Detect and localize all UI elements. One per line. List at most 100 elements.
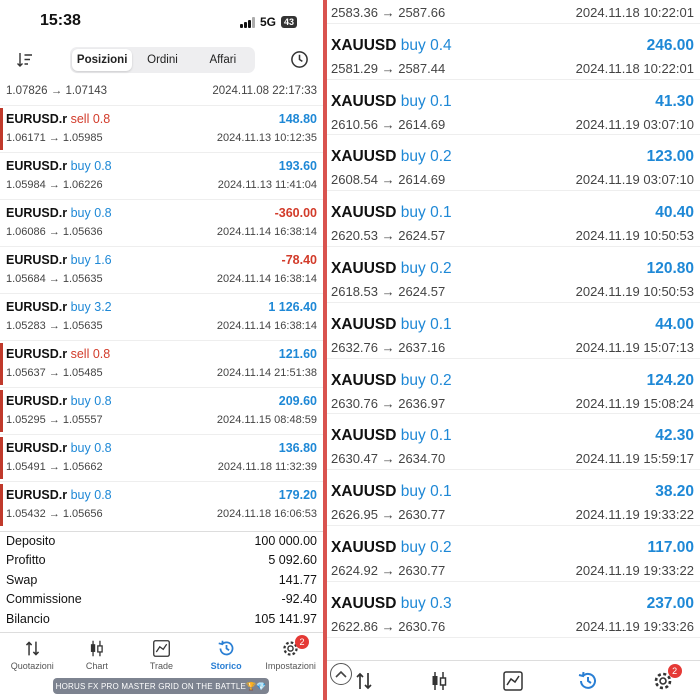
trade-side: buy — [400, 483, 426, 501]
trade-volume: 0.8 — [94, 441, 112, 455]
nav-storico[interactable]: Storico — [194, 633, 259, 680]
trade-profit: 121.60 — [278, 347, 317, 361]
trade-profit: 41.30 — [655, 92, 694, 110]
trade-row[interactable]: EURUSD.r sell 0.8 121.60 1.05637 → 1.05485… — [0, 340, 323, 387]
trade-row[interactable]: XAUUSD buy 0.2 124.20 2630.76 → 2636.97 202… — [327, 359, 700, 415]
trade-symbol: XAUUSD buy 0.3 — [331, 595, 452, 613]
trade-prices: 2583.36 → 2587.66 — [331, 5, 446, 20]
trade-prices: 2610.56 → 2614.69 — [331, 116, 446, 132]
trade-row[interactable]: XAUUSD buy 0.1 42.30 2630.47 → 2634.70 2024… — [327, 414, 700, 471]
trade-row[interactable]: XAUUSD buy 0.1 44.00 2632.76 → 2637.16 2024… — [327, 303, 700, 359]
trade-profit: 117.00 — [647, 538, 694, 556]
symbol-name: XAUUSD — [331, 148, 397, 166]
summary-value: -92.40 — [281, 592, 317, 607]
nav-chart[interactable] — [424, 666, 454, 696]
tab-posizioni[interactable]: Posizioni — [72, 49, 133, 71]
trade-row[interactable]: EURUSD.r sell 0.8 148.80 1.06171 → 1.05985… — [0, 105, 323, 152]
nav-quotes[interactable] — [349, 666, 379, 696]
trade-row[interactable]: XAUUSD buy 0.1 38.20 2626.95 → 2630.77 2024… — [327, 470, 700, 526]
trade-row[interactable]: XAUUSD buy 0.1 40.40 2620.53 → 2624.57 2024… — [327, 191, 700, 247]
tab-ordini[interactable]: Ordini — [132, 49, 192, 71]
trade-time: 2024.11.13 11:41:04 — [217, 179, 317, 191]
trade-time: 2024.11.19 03:07:10 — [575, 172, 694, 188]
symbol-name: EURUSD.r — [6, 253, 68, 267]
trade-symbol: EURUSD.r buy 0.8 — [6, 206, 112, 220]
trade-volume: 0.8 — [92, 347, 111, 361]
trade-prices: 1.05283 → 1.05635 — [6, 320, 103, 332]
summary-value: 105 141.97 — [254, 611, 317, 626]
trade-row[interactable]: EURUSD.r buy 3.2 1 126.40 1.05283 → 1.0563… — [0, 293, 323, 340]
symbol-name: XAUUSD — [331, 427, 397, 445]
trade-symbol: EURUSD.r sell 0.8 — [6, 347, 110, 361]
trade-symbol: XAUUSD buy 0.1 — [331, 483, 452, 501]
trade-row[interactable]: XAUUSD buy 0.1 41.30 2610.56 → 2614.69 2024… — [327, 80, 700, 136]
account-summary: Deposito 100 000.00 Profitto 5 092.60 Swap 14… — [0, 531, 323, 629]
trade-row[interactable]: XAUUSD buy 0.4 246.00 2581.29 → 2587.44 202… — [327, 24, 700, 80]
summary-value: 100 000.00 — [254, 534, 317, 548]
network-label: 5G — [259, 15, 276, 29]
trade-volume: 0.1 — [430, 315, 452, 333]
trade-symbol: EURUSD.r buy 0.8 — [6, 488, 112, 502]
trade-volume: 0.8 — [94, 159, 112, 173]
symbol-name: EURUSD.r — [6, 112, 68, 126]
tab-affari[interactable]: Affari — [193, 49, 253, 71]
summary-row-bilancio: Bilancio 105 141.97 — [0, 610, 323, 629]
trade-prices: 2632.76 → 2637.16 — [331, 339, 446, 355]
trade-symbol: XAUUSD buy 0.2 — [331, 372, 452, 390]
trade-row[interactable]: EURUSD.r buy 0.8 193.60 1.05984 → 1.06226 2… — [0, 152, 323, 199]
status-bar: 15:38 5G 43 — [0, 0, 323, 44]
history-toolbar: Posizioni Ordini Affari — [0, 46, 323, 76]
trade-prices: 1.05637 → 1.05485 — [6, 367, 103, 379]
trade-side: buy — [70, 441, 91, 455]
trade-chart-icon — [503, 670, 524, 691]
trade-volume: 0.1 — [430, 204, 452, 222]
nav-label: Trade — [149, 661, 174, 671]
trade-row[interactable]: EURUSD.r buy 1.6 -78.40 1.05684 → 1.05635 2… — [0, 246, 323, 293]
trade-prices: 1.05684 → 1.05635 — [6, 273, 103, 285]
nav-quotazioni[interactable]: Quotazioni — [0, 633, 65, 680]
trade-row[interactable]: XAUUSD buy 0.2 123.00 2608.54 → 2614.69 202… — [327, 135, 700, 192]
trade-row[interactable]: EURUSD.r buy 0.8 209.60 1.05295 → 1.05557 2… — [0, 387, 323, 434]
trade-symbol: EURUSD.r buy 0.8 — [6, 394, 112, 408]
trade-symbol: XAUUSD buy 0.1 — [331, 93, 452, 111]
nav-history[interactable] — [573, 666, 603, 696]
nav-trade[interactable]: Trade — [129, 633, 194, 680]
trade-row[interactable]: XAUUSD buy 0.3177.002583.36 → 2587.66202… — [327, 0, 700, 24]
sort-icon[interactable] — [16, 51, 34, 69]
nav-settings[interactable]: 2 — [648, 663, 682, 696]
battery-icon: 43 — [280, 16, 297, 28]
trade-prices: 2624.92 → 2630.77 — [331, 562, 446, 578]
trade-row[interactable]: XAUUSD buy 0.3 237.00 2622.86 → 2630.76 202… — [327, 582, 700, 638]
collapse-button[interactable] — [330, 663, 352, 685]
nav-trade[interactable] — [498, 666, 528, 696]
trade-time: 2024.11.15 08:48:59 — [216, 414, 317, 426]
nav-impostazioni[interactable]: Impostazioni 2 — [258, 633, 323, 680]
nav-chart[interactable]: Chart — [65, 633, 130, 680]
trade-profit: 123.00 — [646, 148, 694, 166]
trade-volume: 3.2 — [94, 300, 112, 314]
symbol-name: EURUSD.r — [6, 206, 68, 220]
trade-prices: 1.05491 → 1.05662 — [6, 461, 103, 473]
trade-volume: 0.2 — [430, 259, 452, 277]
clock-period-icon[interactable] — [290, 50, 309, 69]
trade-symbol: XAUUSD buy 0.2 — [331, 148, 452, 166]
trade-row-partial[interactable]: 1.07826 → 1.07143 2024.11.08 22:17:33 — [0, 82, 323, 104]
nav-label: Storico — [210, 661, 242, 671]
trade-profit: 148.80 — [278, 112, 317, 126]
trade-row[interactable]: EURUSD.r buy 0.8 179.20 1.05432 → 1.05656 2… — [0, 481, 323, 528]
summary-label: Profitto — [6, 553, 46, 568]
quotes-icon — [25, 641, 39, 656]
trade-volume: 0.3 — [430, 594, 452, 612]
trade-time: 2024.11.08 22:17:33 — [212, 85, 317, 97]
trade-row[interactable]: XAUUSD buy 0.2 120.80 2618.53 → 2624.57 202… — [327, 247, 700, 303]
trade-row[interactable]: EURUSD.r buy 0.8 -360.00 1.06086 → 1.05636… — [0, 199, 323, 246]
trade-prices: 2620.53 → 2624.57 — [331, 228, 446, 244]
symbol-name: EURUSD.r — [6, 347, 68, 361]
trade-side: buy — [70, 253, 91, 267]
trade-time: 2024.11.18 10:22:01 — [575, 5, 694, 20]
trade-row[interactable]: XAUUSD buy 0.2 117.00 2624.92 → 2630.77 202… — [327, 526, 700, 582]
summary-value: 5 092.60 — [268, 553, 317, 568]
trade-row[interactable]: EURUSD.r buy 0.8 136.80 1.05491 → 1.05662 2… — [0, 434, 323, 481]
trade-profit: 1 126.40 — [268, 300, 317, 314]
trade-profit: 193.60 — [278, 159, 317, 173]
